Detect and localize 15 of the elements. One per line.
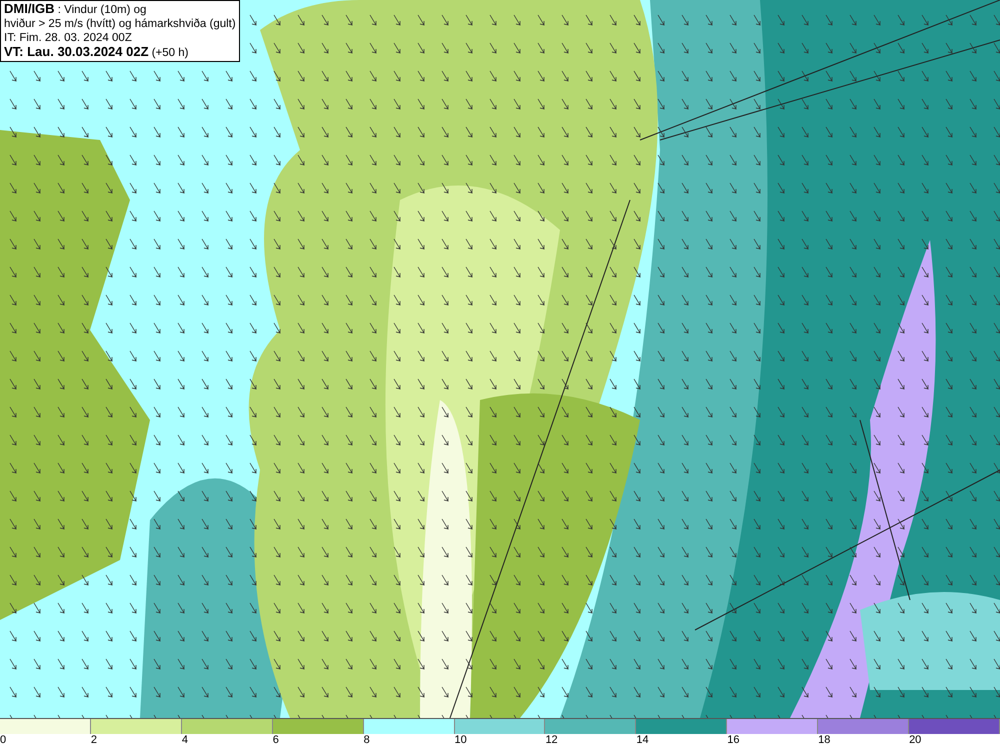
title-line: hviður > 25 m/s (hvítt) og hámarkshviða (gult): [4, 17, 236, 31]
legend-tick-label: 18: [818, 734, 830, 746]
legend-tick-label: 2: [90, 734, 98, 746]
title-line: VT: Lau. 30.03.2024 02Z (+50 h): [4, 45, 190, 60]
legend-tick-label: 0: [0, 734, 6, 746]
title-line: IT: Fim. 28. 03. 2024 00Z: [4, 31, 133, 45]
legend-tick-label: 14: [636, 734, 649, 746]
legend-tick-label: 12: [545, 734, 558, 746]
legend-tick-label: 6: [272, 734, 279, 746]
legend-tick-label: 10: [454, 734, 467, 746]
legend-tick-label: 20: [909, 734, 922, 746]
title-line: DMI/IGB : Vindur (10m) og: [4, 2, 148, 17]
legend-tick-label: 16: [727, 734, 740, 746]
legend-tick-label: 4: [182, 734, 188, 746]
legend-tick-label: 8: [364, 734, 370, 746]
